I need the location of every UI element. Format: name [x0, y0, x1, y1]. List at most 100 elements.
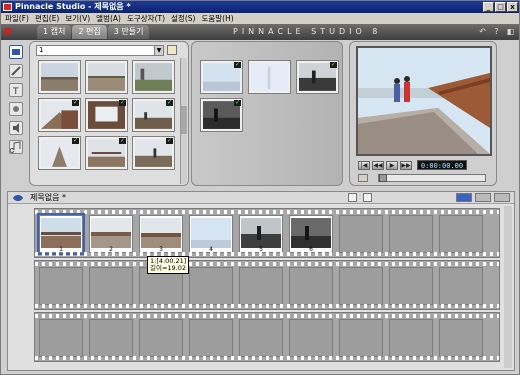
maximize-button[interactable]: □: [495, 2, 506, 12]
video-album-icon[interactable]: [9, 45, 23, 59]
empty-slot[interactable]: [389, 319, 433, 357]
used-clip-check-icon: ✓: [234, 99, 241, 106]
clip-thumbnail: [191, 218, 231, 248]
album-clip[interactable]: ✓: [85, 98, 128, 132]
menu-file[interactable]: 파일(F): [5, 13, 29, 24]
titles-icon[interactable]: T: [9, 83, 23, 97]
chevron-down-icon[interactable]: ▼: [154, 46, 163, 55]
empty-slot[interactable]: [189, 319, 233, 357]
empty-slot[interactable]: [439, 267, 483, 305]
empty-slot[interactable]: [89, 319, 133, 357]
storyboard-strip-3: [34, 312, 500, 362]
clip-number: 3: [159, 246, 163, 253]
storyboard-strip-1: 1 2 3 4 5 6: [34, 208, 500, 258]
undo-icon[interactable]: ↶: [478, 27, 487, 36]
album-clip[interactable]: ✓: [132, 136, 175, 170]
sound-effects-icon[interactable]: [9, 121, 23, 135]
empty-slot[interactable]: [389, 267, 433, 305]
storyboard-clip-5[interactable]: 5: [239, 215, 283, 253]
help-icon[interactable]: ?: [492, 27, 501, 36]
empty-slot[interactable]: [439, 319, 483, 357]
play-icon[interactable]: ▶: [386, 160, 398, 170]
empty-slot[interactable]: [189, 267, 233, 305]
clip-thumbnail: [135, 63, 172, 91]
scrub-handle[interactable]: [379, 174, 387, 182]
app-icon: [3, 3, 12, 11]
empty-slot[interactable]: [239, 319, 283, 357]
album-clip[interactable]: ✓: [132, 98, 175, 132]
storyboard-strip-2: [34, 260, 500, 310]
rewind-icon[interactable]: ◀◀: [372, 160, 384, 170]
empty-slot[interactable]: [289, 267, 333, 305]
clip-tooltip: 1:[4:00.21] 길이=19.02: [147, 256, 190, 274]
fast-forward-icon[interactable]: ▶▶: [400, 160, 412, 170]
trash-icon[interactable]: [363, 193, 372, 202]
storyboard-scrollbar[interactable]: [504, 206, 512, 368]
menu-view[interactable]: 보기(V): [65, 13, 90, 24]
clip-thumbnail: [141, 218, 181, 248]
storyboard-view-button[interactable]: [456, 193, 472, 202]
close-button[interactable]: x: [507, 2, 518, 12]
album-clip[interactable]: ✓: [200, 98, 243, 132]
storyboard-clip-1[interactable]: 1: [37, 213, 85, 255]
album-clip[interactable]: [85, 60, 128, 94]
menu-bar: 파일(F) 편집(E) 보기(V) 앨범(A) 도구상자(T) 설정(S) 도움…: [1, 13, 519, 24]
text-view-button[interactable]: [494, 193, 510, 202]
album-scrollbar[interactable]: [180, 58, 187, 184]
speaker-icon[interactable]: [358, 174, 368, 182]
tab-edit[interactable]: 2 편집: [72, 25, 107, 39]
album-clip[interactable]: [38, 60, 81, 94]
empty-slot[interactable]: [289, 319, 333, 357]
menu-settings[interactable]: 설정(S): [171, 13, 195, 24]
empty-slot[interactable]: [389, 215, 433, 253]
app-window: Pinnacle Studio - 제목없음 * _ □ x 파일(F) 편집(…: [0, 0, 520, 375]
still-images-icon[interactable]: [9, 102, 23, 116]
menu-album[interactable]: 앨범(A): [96, 13, 121, 24]
storyboard-clip-3[interactable]: 3: [139, 215, 183, 253]
preview-frame-image: [358, 48, 490, 154]
storyboard-clip-2[interactable]: 2: [89, 215, 133, 253]
empty-slot[interactable]: [339, 267, 383, 305]
album-section-select[interactable]: 1 ▼: [36, 45, 164, 56]
storyboard-menu-icon[interactable]: [12, 193, 24, 203]
storyboard-clip-6[interactable]: 6: [289, 215, 333, 253]
transitions-icon[interactable]: [9, 64, 23, 78]
album-clip[interactable]: ✓: [38, 98, 81, 132]
album-scroll-thumb[interactable]: [181, 106, 187, 134]
empty-slot[interactable]: [339, 319, 383, 357]
empty-slot[interactable]: [39, 319, 83, 357]
album-clip[interactable]: [132, 60, 175, 94]
menu-help[interactable]: 도움말(H): [201, 13, 233, 24]
menu-edit[interactable]: 편집(E): [35, 13, 59, 24]
clip-thumbnail: [41, 218, 81, 248]
window-title: Pinnacle Studio - 제목없음 *: [15, 2, 131, 11]
tab-make-movie[interactable]: 3 만들기: [107, 25, 150, 39]
timeline-view-button[interactable]: [475, 193, 491, 202]
minimize-button[interactable]: _: [483, 2, 494, 12]
video-preview-screen: [356, 46, 492, 156]
storyboard-title[interactable]: 제목없음 *: [30, 193, 66, 203]
album-clip[interactable]: ✓: [200, 60, 243, 94]
empty-slot[interactable]: [139, 319, 183, 357]
menu-toolbox[interactable]: 도구상자(T): [127, 13, 165, 24]
tab-capture[interactable]: 1 캡처: [37, 25, 72, 39]
split-clip-icon[interactable]: [348, 193, 357, 202]
tooltip-duration: 길이=19.02: [150, 264, 187, 272]
setup-icon[interactable]: ◧: [506, 27, 515, 36]
empty-slot[interactable]: [89, 267, 133, 305]
album-clip[interactable]: [248, 60, 291, 94]
jump-start-icon[interactable]: |◀: [358, 160, 370, 170]
empty-slot[interactable]: [239, 267, 283, 305]
storyboard-clip-4[interactable]: 4: [189, 215, 233, 253]
timecode-display[interactable]: 0:00:00.00: [417, 160, 467, 170]
folder-icon[interactable]: [167, 45, 177, 55]
album-clip[interactable]: ✓: [296, 60, 339, 94]
music-icon[interactable]: [9, 140, 23, 154]
album-clip[interactable]: ✓: [85, 136, 128, 170]
album-clip[interactable]: ✓: [38, 136, 81, 170]
empty-slot[interactable]: [439, 215, 483, 253]
empty-slot[interactable]: [339, 215, 383, 253]
empty-slot[interactable]: [39, 267, 83, 305]
used-clip-check-icon: ✓: [72, 137, 79, 144]
scrub-bar[interactable]: [378, 174, 486, 182]
